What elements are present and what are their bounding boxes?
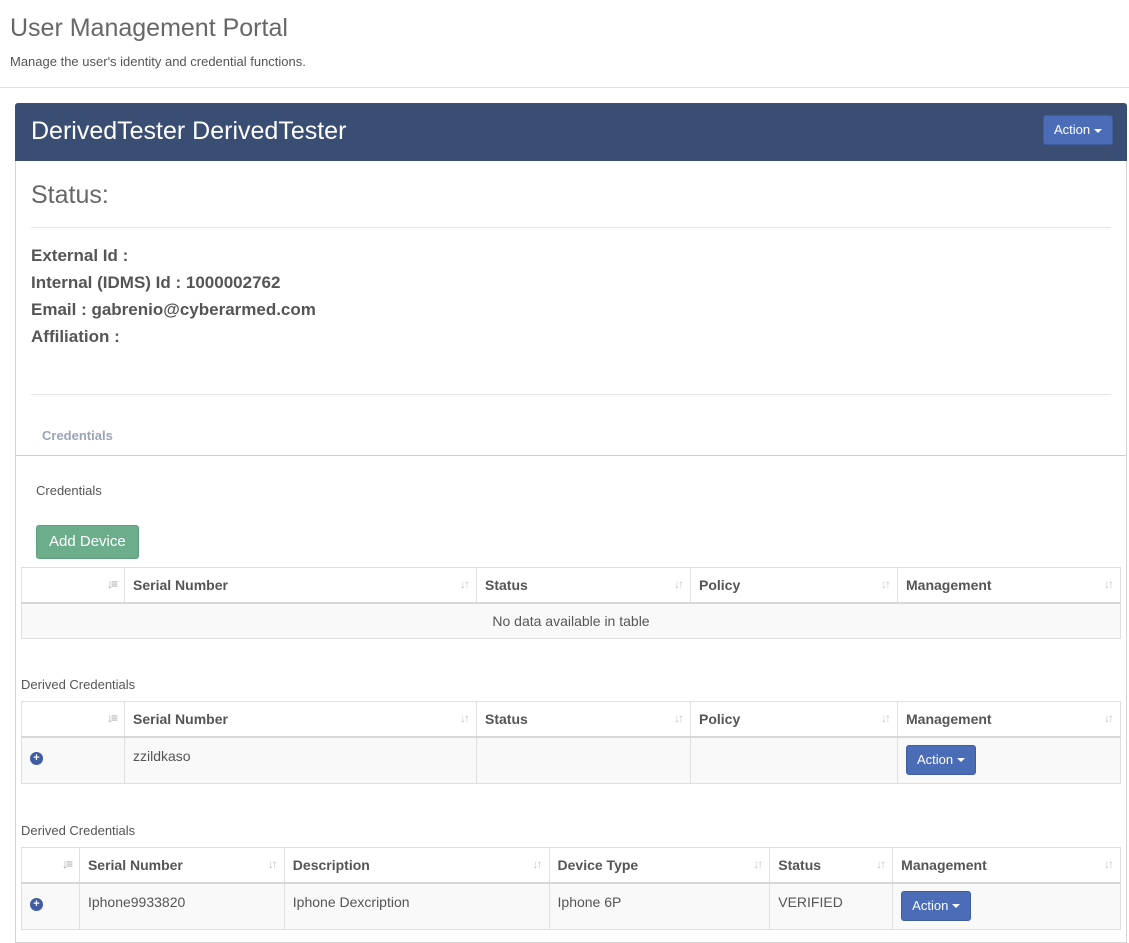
- user-action-button[interactable]: Action: [1043, 115, 1114, 145]
- column-header[interactable]: Description ↓↑: [283, 847, 550, 884]
- divider: [31, 394, 1111, 395]
- sort-icon: ↓↑: [881, 577, 891, 591]
- serial-number-cell: zzildkaso: [124, 736, 477, 784]
- column-header[interactable]: Management ↓↑: [892, 847, 1121, 884]
- column-header-expand[interactable]: ↓≡: [21, 701, 125, 738]
- sort-icon: ↓≡: [106, 577, 118, 591]
- user-name: DerivedTester DerivedTester: [31, 117, 347, 145]
- derived-credentials-table: ↓≡ Serial Number ↓↑ Description ↓↑ Device …: [21, 847, 1121, 930]
- row-action-button[interactable]: Action: [901, 890, 972, 921]
- column-header[interactable]: Serial Number ↓↑: [78, 847, 285, 884]
- sort-icon: ↓↑: [674, 711, 684, 725]
- sort-icon: ↓↑: [674, 577, 684, 591]
- management-cell: Action: [897, 736, 1121, 784]
- add-device-button[interactable]: Add Device: [36, 525, 139, 559]
- email: Email : gabrenio@cyberarmed.com: [31, 300, 316, 319]
- serial-number-cell: Iphone9933820: [78, 882, 285, 930]
- column-header[interactable]: Serial Number ↓↑: [124, 701, 477, 738]
- sort-icon: ↓↑: [881, 711, 891, 725]
- status-heading: Status:: [31, 181, 109, 209]
- internal-id: Internal (IDMS) Id : 1000002762: [31, 273, 281, 292]
- page-title: User Management Portal: [10, 14, 288, 42]
- column-header-expand[interactable]: ↓≡: [21, 847, 80, 884]
- caret-down-icon: [1094, 128, 1103, 133]
- device-type-cell: Iphone 6P: [548, 882, 771, 930]
- row-action-label: Action: [912, 897, 949, 913]
- empty-table-message: No data available in table: [21, 602, 1121, 639]
- user-action-label: Action: [1054, 122, 1091, 137]
- caret-down-icon: [952, 904, 961, 909]
- column-header[interactable]: Device Type ↓↑: [548, 847, 771, 884]
- derived-credentials-label: Derived Credentials: [21, 823, 136, 838]
- table-row: + Iphone9933820 Iphone Dexcription Iphon…: [21, 882, 1121, 930]
- column-header[interactable]: Status ↓↑: [769, 847, 894, 884]
- sort-icon: ↓↑: [532, 857, 543, 871]
- row-action-label: Action: [917, 751, 954, 767]
- column-header[interactable]: Serial Number ↓↑: [124, 567, 477, 604]
- sort-icon: ↓↑: [1104, 711, 1114, 725]
- column-header[interactable]: Policy ↓↑: [690, 567, 898, 604]
- policy-cell: [690, 736, 898, 784]
- expand-cell[interactable]: +: [21, 736, 125, 784]
- column-header[interactable]: Management ↓↑: [897, 701, 1121, 738]
- table-row: + zzildkaso Action: [21, 736, 1121, 784]
- external-id: External Id :: [31, 246, 129, 265]
- sort-icon: ↓↑: [753, 857, 763, 871]
- plus-circle-icon[interactable]: +: [30, 897, 43, 911]
- affiliation: Affiliation :: [31, 327, 120, 346]
- page-subtitle: Manage the user's identity and credentia…: [10, 54, 306, 69]
- credentials-table: ↓≡ Serial Number ↓↑ Status ↓↑ Policy ↓↑ Man…: [21, 567, 1121, 639]
- column-header[interactable]: Management ↓↑: [897, 567, 1121, 604]
- sort-icon: ↓↑: [460, 577, 470, 591]
- sort-icon: ↓↑: [1104, 577, 1114, 591]
- tab-underline: [16, 455, 1126, 456]
- row-action-button[interactable]: Action: [906, 744, 977, 775]
- table-row: No data available in table: [21, 602, 1121, 639]
- divider: [31, 227, 1111, 228]
- derived-credentials-table: ↓≡ Serial Number ↓↑ Status ↓↑ Policy ↓↑ Man…: [21, 701, 1121, 784]
- caret-down-icon: [957, 758, 966, 763]
- sort-icon: ↓↑: [876, 857, 886, 871]
- column-header[interactable]: Status ↓↑: [476, 567, 691, 604]
- column-header-expand[interactable]: ↓≡: [21, 567, 125, 604]
- credentials-section-label: Credentials: [36, 483, 102, 498]
- column-header[interactable]: Status ↓↑: [476, 701, 691, 738]
- tab-credentials[interactable]: Credentials: [42, 428, 113, 443]
- user-panel: DerivedTester DerivedTester Action Statu…: [15, 103, 1127, 943]
- sort-icon: ↓↑: [267, 857, 278, 871]
- plus-circle-icon[interactable]: +: [30, 751, 43, 765]
- status-cell: [476, 736, 691, 784]
- user-panel-heading: DerivedTester DerivedTester Action: [15, 103, 1127, 161]
- sort-icon: ↓≡: [61, 857, 73, 871]
- page-header: User Management Portal Manage the user's…: [0, 0, 1129, 88]
- status-cell: VERIFIED: [769, 882, 894, 930]
- management-cell: Action: [892, 882, 1121, 930]
- sort-icon: ↓↑: [460, 711, 470, 725]
- derived-credentials-label: Derived Credentials: [21, 677, 136, 692]
- sort-icon: ↓↑: [1104, 857, 1114, 871]
- expand-cell[interactable]: +: [21, 882, 80, 930]
- column-header[interactable]: Policy ↓↑: [690, 701, 898, 738]
- sort-icon: ↓≡: [106, 711, 118, 725]
- description-cell: Iphone Dexcription: [283, 882, 550, 930]
